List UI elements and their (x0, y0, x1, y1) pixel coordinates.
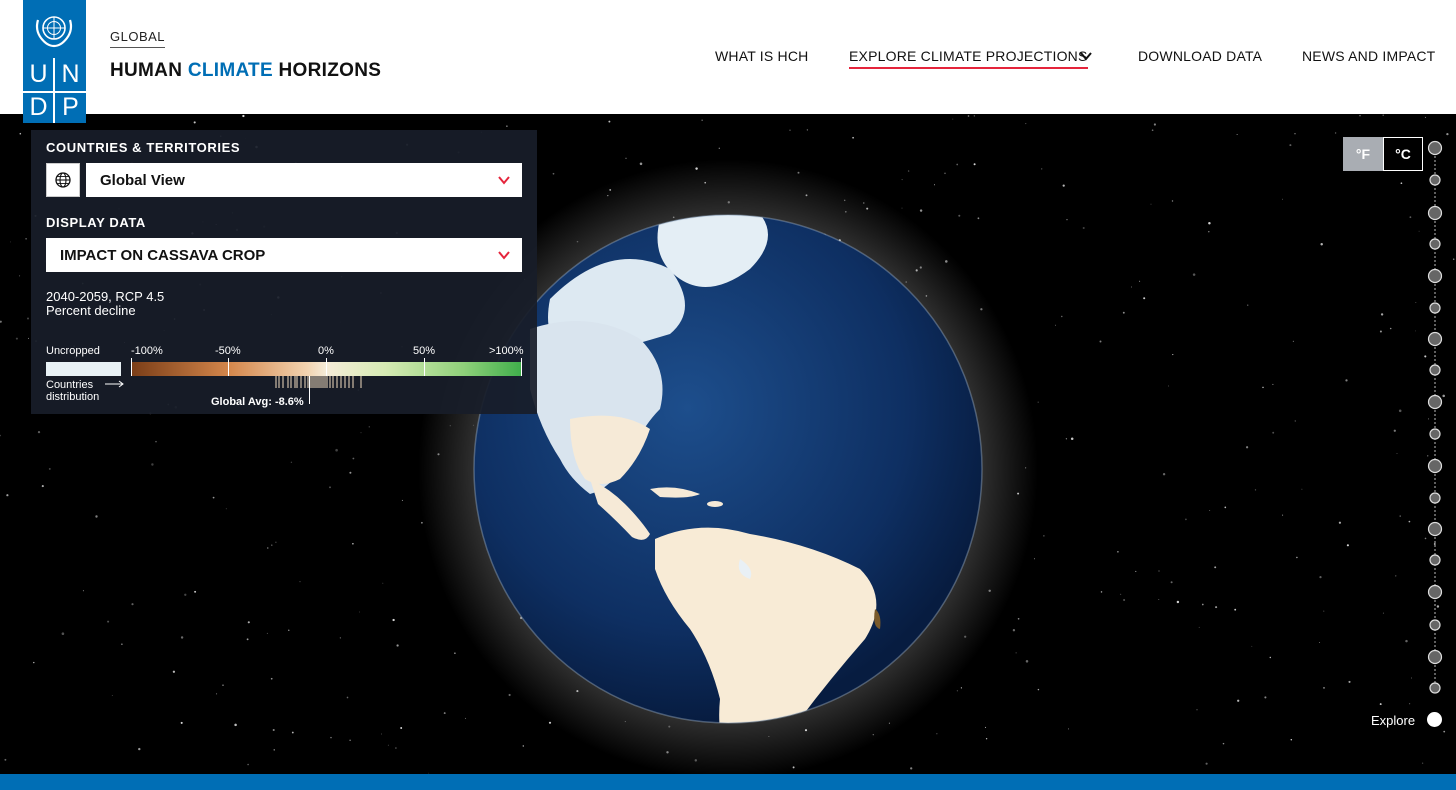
nav-what-is-hch[interactable]: WHAT IS HCH (715, 48, 808, 64)
legend-tick-gt100: >100% (489, 345, 524, 357)
section-dot-nav[interactable] (1426, 140, 1444, 720)
legend-uncropped-swatch (46, 362, 121, 376)
section-dot[interactable] (1429, 302, 1441, 314)
section-dot[interactable] (1429, 238, 1441, 250)
section-dot[interactable] (1429, 174, 1441, 186)
display-data-select[interactable]: IMPACT ON CASSAVA CROP (46, 238, 522, 272)
chevron-down-icon (498, 176, 510, 185)
site-header: U N D P GLOBAL HUMAN CLIMATE HORIZONS WH… (0, 0, 1456, 123)
control-panel: COUNTRIES & TERRITORIES Global View DISP… (31, 130, 537, 414)
un-emblem-icon (35, 16, 73, 48)
section-dot[interactable] (1427, 584, 1443, 600)
site-kicker[interactable]: GLOBAL (110, 29, 166, 48)
section-dot[interactable] (1429, 619, 1441, 631)
logo-letter-p: P (62, 93, 79, 121)
section-dot[interactable] (1429, 554, 1441, 566)
nav-explore-climate-projections[interactable]: EXPLORE CLIMATE PROJECTIONS (849, 48, 1088, 69)
nav-news-and-impact[interactable]: NEWS AND IMPACT (1302, 48, 1435, 64)
fahrenheit-toggle[interactable]: °F (1343, 137, 1383, 171)
chevron-down-icon[interactable] (1079, 49, 1093, 63)
display-data-label: DISPLAY DATA (46, 215, 146, 230)
section-dot[interactable] (1427, 521, 1443, 537)
section-dot[interactable] (1427, 268, 1443, 284)
country-select-value: Global View (100, 171, 185, 189)
section-dot[interactable] (1429, 492, 1441, 504)
section-dot[interactable] (1427, 458, 1443, 474)
section-dot[interactable] (1429, 682, 1441, 694)
period-text: 2040-2059, RCP 4.5 (46, 289, 165, 304)
unit-text: Percent decline (46, 303, 136, 318)
title-part-human: HUMAN (110, 60, 183, 81)
legend-tick-minus100: -100% (131, 345, 163, 357)
chevron-down-icon (498, 251, 510, 260)
section-dot[interactable] (1427, 205, 1443, 221)
countries-label: COUNTRIES & TERRITORIES (46, 140, 241, 155)
legend-tick-0: 0% (318, 345, 334, 357)
section-dot[interactable] (1427, 394, 1443, 410)
globe-button[interactable] (46, 163, 80, 197)
nav-download-data[interactable]: DOWNLOAD DATA (1138, 48, 1262, 64)
explore-label[interactable]: Explore (1371, 713, 1415, 728)
celsius-toggle[interactable]: °C (1383, 137, 1423, 171)
legend-countries-label: Countries (46, 379, 94, 391)
global-avg-marker (309, 376, 310, 404)
section-dot[interactable] (1429, 364, 1441, 376)
legend-tick-minus50: -50% (215, 345, 241, 357)
site-title[interactable]: HUMAN CLIMATE HORIZONS (110, 60, 381, 82)
bottom-brand-bar (0, 774, 1456, 790)
title-part-climate: CLIMATE (187, 60, 273, 81)
undp-logo[interactable]: U N D P (23, 0, 86, 123)
explore-dot[interactable] (1427, 712, 1442, 727)
logo-letter-d: D (29, 93, 48, 121)
arrow-right-icon (105, 380, 124, 388)
country-select[interactable]: Global View (86, 163, 522, 197)
legend-uncropped-label: Uncropped (46, 345, 100, 357)
section-dot[interactable] (1427, 649, 1443, 665)
display-select-value: IMPACT ON CASSAVA CROP (60, 246, 266, 264)
section-dot[interactable] (1427, 140, 1443, 156)
globe-icon (55, 172, 71, 188)
section-dot[interactable] (1427, 331, 1443, 347)
legend-distribution-label: distribution (46, 391, 100, 403)
logo-letter-n: N (61, 60, 80, 88)
legend-tick-50: 50% (413, 345, 436, 357)
title-part-horizons: HORIZONS (278, 60, 382, 81)
logo-letter-u: U (29, 60, 48, 88)
global-avg-label: Global Avg: -8.6% (211, 396, 304, 408)
section-dot[interactable] (1429, 428, 1441, 440)
countries-distribution-strip (275, 376, 362, 388)
